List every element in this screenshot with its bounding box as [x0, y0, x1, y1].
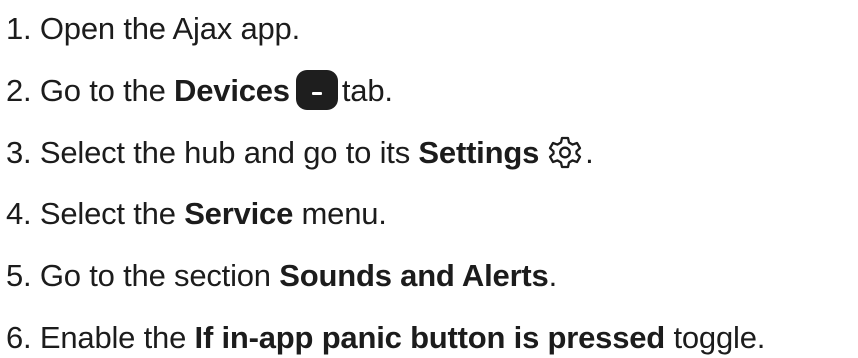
settings-label: Settings [418, 135, 540, 170]
sounds-and-alerts-label: Sounds and Alerts [279, 258, 549, 293]
devices-label: Devices [174, 73, 290, 108]
step-text-after: . [585, 135, 594, 170]
step-4: 4. Select the Service menu. [6, 194, 387, 234]
step-number: 3. [6, 135, 32, 170]
step-text: Open the Ajax app. [39, 11, 300, 46]
gear-icon [545, 132, 585, 172]
step-6: 6. Enable the If in-app panic button is … [6, 318, 765, 358]
service-label: Service [184, 196, 294, 231]
step-text-after: tab. [341, 73, 393, 108]
step-text: Enable the [39, 320, 187, 355]
step-3: 3. Select the hub and go to its Settings… [6, 133, 594, 173]
panic-button-toggle-label: If in-app panic button is pressed [194, 320, 666, 355]
instruction-steps: 1. Open the Ajax app. 2. Go to the Devic… [0, 0, 858, 355]
step-number: 2. [6, 73, 32, 108]
step-2: 2. Go to the Devices tab. [6, 69, 393, 111]
step-text-after: menu. [301, 196, 387, 231]
step-text: Select the hub and go to its [39, 135, 410, 170]
step-number: 1. [6, 11, 32, 46]
step-number: 5. [6, 258, 32, 293]
step-text: Select the [39, 196, 176, 231]
step-number: 4. [6, 196, 32, 231]
step-1: 1. Open the Ajax app. [6, 9, 300, 49]
step-number: 6. [6, 320, 32, 355]
step-text-after: . [548, 258, 558, 293]
step-text: Go to the section [39, 258, 271, 293]
devices-tab-icon [295, 69, 338, 110]
step-text-after: toggle. [673, 320, 766, 355]
step-text: Go to the [39, 73, 166, 108]
step-5: 5. Go to the section Sounds and Alerts. [6, 256, 557, 296]
